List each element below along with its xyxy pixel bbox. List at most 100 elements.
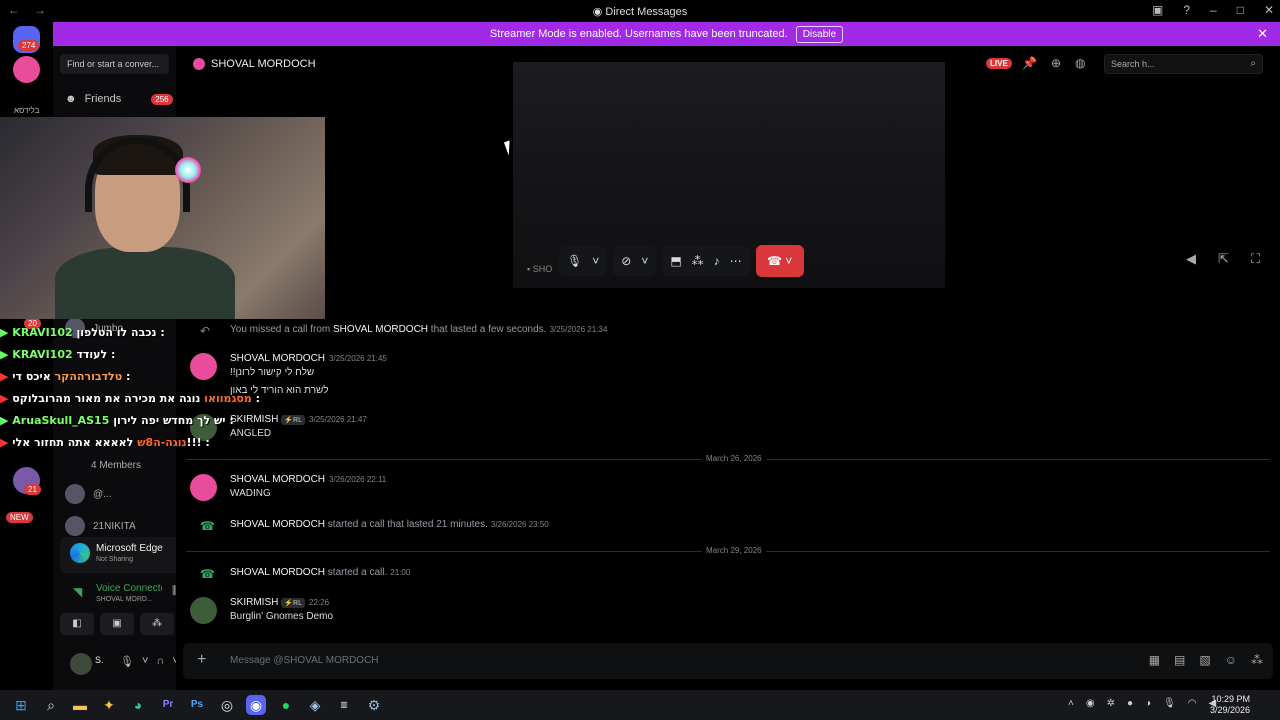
hang-up-button[interactable]: ☎ ˅ xyxy=(755,245,804,277)
soundboard-icon[interactable]: ♪ xyxy=(714,254,720,268)
maximize-button[interactable]: □ xyxy=(1237,3,1244,17)
avatar[interactable] xyxy=(190,474,217,501)
signal-icon: ◥ xyxy=(73,585,83,599)
microphone-icon[interactable]: 🎙 xyxy=(1163,698,1176,709)
mic-control[interactable]: 🎙 ˅ xyxy=(559,246,608,276)
edge-browser-icon[interactable]: ◕ xyxy=(128,695,148,715)
voice-channel[interactable]: SHOVAL MORD... xyxy=(96,596,153,603)
dm-main: SHOVAL MORDOCH LIVE 📌 ⊕ ◍ Search h... ⌕ … xyxy=(176,46,1280,690)
video-tag: ▪ SHO xyxy=(527,264,553,274)
discord-taskbar-icon[interactable]: ◉ xyxy=(246,695,266,715)
clock-date: 3/29/2026 xyxy=(1210,705,1251,715)
emoji-icon[interactable]: ☺ xyxy=(1225,653,1237,667)
headphones-icon[interactable]: ∩ xyxy=(156,655,164,668)
friends-nav-item[interactable]: ☻ Friends 256 xyxy=(65,93,173,105)
inbox-icon[interactable]: ▣ xyxy=(1152,3,1163,17)
avatar[interactable] xyxy=(190,597,217,624)
user-profile-icon[interactable]: ◍ xyxy=(1075,56,1085,70)
chat-line: ▶ טלדבורההקר איכס די : xyxy=(0,370,131,383)
search-input[interactable]: Search h... ⌕ xyxy=(1104,54,1263,74)
add-friends-icon[interactable]: ⊕ xyxy=(1051,56,1061,70)
search-icon[interactable]: ⌕ xyxy=(41,695,61,715)
pop-out-icon[interactable]: ⇱ xyxy=(1218,251,1229,267)
camera-control[interactable]: ⊘ ˅ xyxy=(613,246,657,276)
file-explorer-icon[interactable]: ▬ xyxy=(70,695,90,715)
camera-button[interactable]: ◧ xyxy=(60,613,94,635)
message-composer[interactable]: + Message @SHOVAL MORDOCH ▦ ▤ ▧ ☺ ⁂ xyxy=(183,643,1273,679)
steam-icon[interactable]: ◈ xyxy=(305,695,325,715)
microphone-icon[interactable]: 🎙 xyxy=(120,655,134,668)
user-avatar[interactable] xyxy=(70,653,92,675)
minimize-button[interactable]: – xyxy=(1210,3,1217,17)
obs-icon[interactable]: ◎ xyxy=(217,695,237,715)
activities-button[interactable]: ⁂ xyxy=(140,613,174,635)
discord-icon: ◉ xyxy=(592,6,603,18)
taskbar-clock[interactable]: 10:29 PM 3/29/2026 xyxy=(1210,694,1250,716)
voice-status: Voice Connected xyxy=(96,583,162,594)
author-name[interactable]: SKIRMISH xyxy=(230,597,278,608)
video-right-controls: ◀ ⇱ ⛶ xyxy=(1186,251,1260,267)
author-name[interactable]: SHOVAL MORDOCH xyxy=(230,474,325,485)
spotify-icon[interactable]: ● xyxy=(276,695,296,715)
tray-app-icon[interactable]: ● xyxy=(1127,698,1133,709)
missed-call-text: You missed a call from SHOVAL MORDOCH th… xyxy=(230,324,608,335)
camera-off-icon[interactable]: ⊘ xyxy=(621,254,631,268)
dm-item[interactable]: @... xyxy=(65,484,112,504)
tray-app-icon[interactable]: ✲ xyxy=(1107,698,1115,709)
dm-item-label: 21NIKITA xyxy=(93,520,136,532)
dm-avatar[interactable] xyxy=(13,56,40,83)
call-controls: 🎙 ˅ ⊘ ˅ ⬒ ⁂ ♪ ⋯ ☎ ˅ xyxy=(559,245,804,277)
settings-gear-icon[interactable]: ⚙ xyxy=(364,695,384,715)
avatar xyxy=(65,484,85,504)
chevron-down-icon[interactable]: ˅ xyxy=(142,655,148,668)
activities-icon[interactable]: ⁂ xyxy=(692,254,704,268)
dm-item[interactable]: 21NIKITA xyxy=(65,516,136,536)
server-badge: 21 xyxy=(24,484,41,495)
gift-icon[interactable]: ▦ xyxy=(1149,653,1160,667)
chat-line: ▶ KRAVI102 נכבה לו הטלפון : xyxy=(0,326,165,339)
streamer-mode-banner: Streamer Mode is enabled. Usernames have… xyxy=(53,22,1280,46)
windows-start-icon[interactable]: ⊞ xyxy=(11,695,31,715)
close-button[interactable]: ✕ xyxy=(1264,3,1274,17)
chevron-down-icon[interactable]: ˅ xyxy=(592,254,599,268)
search-icon: ⌕ xyxy=(1250,58,1256,69)
stream-app-status: Not Sharing xyxy=(96,556,133,563)
chevron-up-icon[interactable]: ˄ xyxy=(1068,698,1074,709)
disable-button[interactable]: Disable xyxy=(795,25,844,43)
clan-tag: ⚡RL xyxy=(281,415,306,425)
tray-app-icon[interactable]: ◑ xyxy=(1145,698,1151,709)
wifi-icon[interactable]: ◠ xyxy=(1188,698,1197,709)
sticker-icon[interactable]: ▧ xyxy=(1199,653,1210,667)
home-badge: 274 xyxy=(18,40,40,51)
apps-icon[interactable]: ⁂ xyxy=(1251,653,1263,667)
microphone-icon[interactable]: 🎙 xyxy=(567,254,582,268)
stream-chat-overlay: ▶ KRAVI102 נכבה לו הטלפון : ▶ KRAVI102 ל… xyxy=(0,326,260,458)
share-screen-button[interactable]: ▣ xyxy=(100,613,134,635)
close-banner-icon[interactable]: ✕ xyxy=(1257,26,1268,42)
pin-icon[interactable]: 📌 xyxy=(1022,56,1037,70)
search-placeholder: Search h... xyxy=(1111,59,1155,69)
volume-icon[interactable]: ◀ xyxy=(1186,251,1196,267)
dm-item-label: @... xyxy=(93,488,112,500)
chevron-down-icon[interactable]: ˅ xyxy=(641,254,648,268)
message-text: WADING xyxy=(230,488,271,499)
help-icon[interactable]: ? xyxy=(1183,3,1190,17)
premiere-icon[interactable]: Pr xyxy=(158,695,178,715)
epic-games-icon[interactable]: ▥ xyxy=(334,695,354,715)
share-screen-icon[interactable]: ⬒ xyxy=(670,254,681,268)
message-input[interactable]: Message @SHOVAL MORDOCH xyxy=(230,655,379,666)
more-options-icon[interactable]: ⋯ xyxy=(730,254,742,268)
window-controls: ▣ ? – □ ✕ xyxy=(1152,3,1274,17)
dm-item[interactable]: 4 Members xyxy=(91,460,141,471)
call-icon: ☎ xyxy=(200,519,215,533)
photoshop-icon[interactable]: Ps xyxy=(187,695,207,715)
header-icons: 📌 ⊕ ◍ xyxy=(1022,56,1086,70)
gif-icon[interactable]: ▤ xyxy=(1174,653,1185,667)
find-conversation-input[interactable]: Find or start a conver... xyxy=(60,54,169,74)
sticky-app-icon[interactable]: ✦ xyxy=(99,695,119,715)
tray-app-icon[interactable]: ◉ xyxy=(1086,698,1095,709)
chat-line: ▶ מסגמוואו נוגה את מכירה את מאור מהרובלו… xyxy=(0,392,261,405)
message-header: SHOVAL MORDOCH 3/26/2026 22:11 xyxy=(230,474,386,485)
add-attachment-icon[interactable]: + xyxy=(197,651,206,669)
fullscreen-icon[interactable]: ⛶ xyxy=(1251,251,1260,267)
